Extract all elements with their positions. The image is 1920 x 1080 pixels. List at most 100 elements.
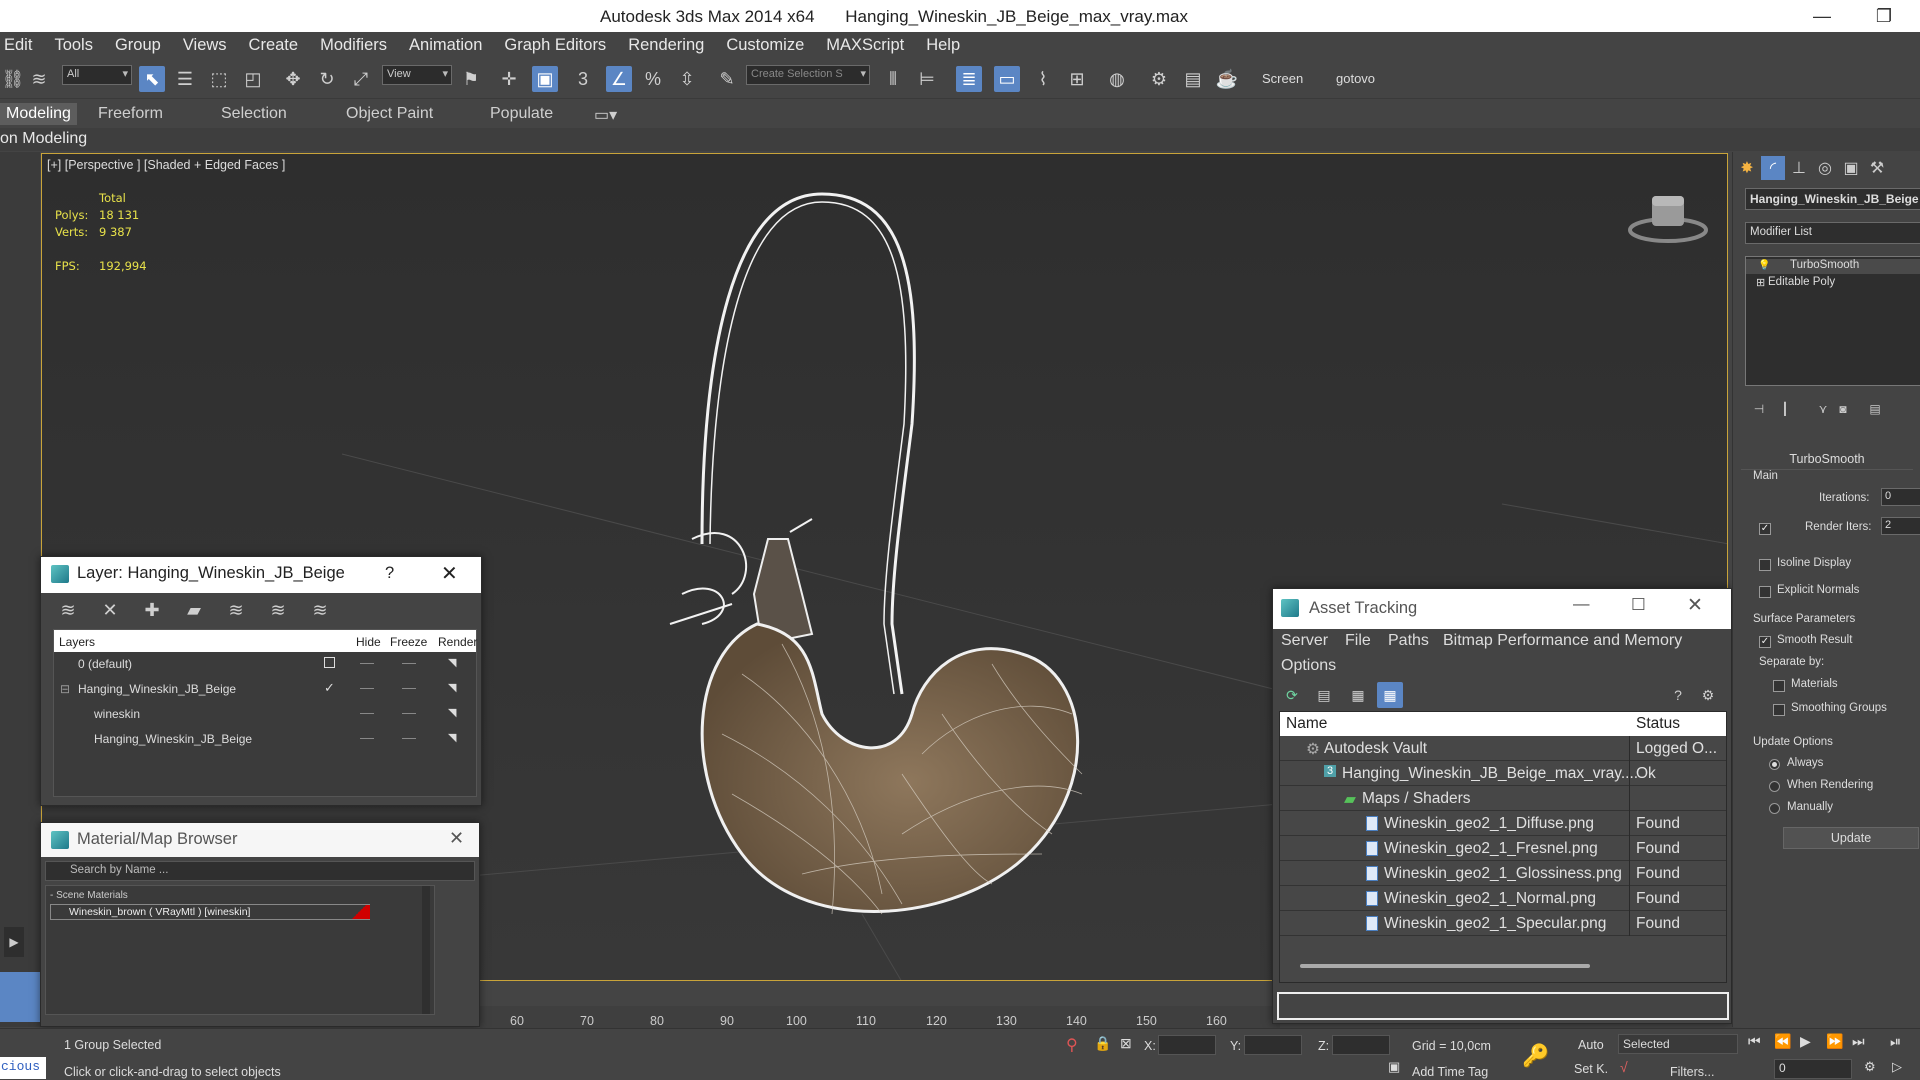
highlight-layer-icon[interactable]: ≋	[223, 597, 249, 623]
tab-object-paint[interactable]: Object Paint	[346, 105, 433, 123]
always-radio[interactable]	[1769, 759, 1780, 770]
hide-all-icon[interactable]: ≋	[265, 597, 291, 623]
scrollbar[interactable]	[422, 886, 430, 1014]
layer-row[interactable]: wineskin ◥	[54, 702, 476, 726]
display-tab-icon[interactable]: ▣	[1839, 156, 1863, 180]
z-coord-field[interactable]	[1332, 1035, 1390, 1055]
help-icon[interactable]: ?	[1665, 682, 1691, 708]
menu-animation[interactable]: Animation	[398, 36, 493, 55]
mirror-icon[interactable]: ⫴	[880, 66, 906, 92]
curve-editor-icon[interactable]: ⌇	[1030, 66, 1056, 92]
tab-freeform[interactable]: Freeform	[98, 105, 163, 123]
menu-modifiers[interactable]: Modifiers	[309, 36, 398, 55]
key-icon[interactable]: 🔑	[1522, 1043, 1549, 1069]
render-icon[interactable]: ◥	[448, 706, 456, 719]
collapse-icon[interactable]: ⊟	[60, 682, 70, 696]
edit-named-sel-icon[interactable]: ✎	[714, 66, 740, 92]
maximize-icon[interactable]: ☐	[1631, 595, 1646, 615]
object-name-field[interactable]: Hanging_Wineskin_JB_Beige	[1745, 188, 1920, 210]
show-end-result-icon[interactable]: ┃	[1773, 397, 1797, 421]
isolate-icon[interactable]: ⚲	[1066, 1035, 1078, 1055]
layer-manager-icon[interactable]: ≣	[956, 66, 982, 92]
material-search-input[interactable]: Search by Name ...	[45, 861, 475, 881]
render-setup-icon[interactable]: ⚙	[1146, 66, 1172, 92]
set-key-button[interactable]: Set K.	[1574, 1062, 1608, 1076]
col-render[interactable]: Render	[438, 635, 477, 649]
menu-tools[interactable]: Tools	[43, 36, 104, 55]
layer-row[interactable]: Hanging_Wineskin_JB_Beige ◥	[54, 727, 476, 751]
table-row[interactable]: Wineskin_geo2_1_Diffuse.png Found	[1280, 811, 1726, 836]
menu-rendering[interactable]: Rendering	[617, 36, 715, 55]
close-icon[interactable]: ✕	[1687, 594, 1703, 617]
bind-space-warp-icon[interactable]: ≋	[26, 66, 52, 92]
select-in-layer-icon[interactable]: ▰	[181, 597, 207, 623]
pivot-icon[interactable]: ⚑	[458, 66, 484, 92]
manipulate-icon[interactable]: ✛	[496, 66, 522, 92]
key-filter-dropdown[interactable]: Selected	[1618, 1034, 1738, 1054]
configure-sets-icon[interactable]: ▤	[1863, 397, 1887, 421]
smooth-result-checkbox[interactable]: ✓	[1759, 636, 1771, 648]
material-editor-icon[interactable]: ◍	[1104, 66, 1130, 92]
viewcube-icon[interactable]	[1628, 190, 1708, 246]
new-layer-icon[interactable]: ≋	[55, 597, 81, 623]
window-crossing-icon[interactable]: ◰	[240, 66, 266, 92]
close-icon[interactable]: ✕	[449, 828, 464, 849]
lock-icon[interactable]: 🔒	[1094, 1035, 1111, 1052]
asset-menu-options[interactable]: Options	[1281, 657, 1336, 675]
add-time-tag[interactable]: Add Time Tag	[1412, 1065, 1488, 1079]
menu-group[interactable]: Group	[104, 36, 172, 55]
col-hide[interactable]: Hide	[356, 635, 381, 649]
horizontal-scrollbar[interactable]	[1300, 964, 1590, 968]
manually-radio[interactable]	[1769, 803, 1780, 814]
reference-coord-dropdown[interactable]: View	[382, 65, 452, 85]
pin-stack-icon[interactable]: ⊣	[1747, 397, 1771, 421]
isoline-checkbox[interactable]	[1759, 559, 1771, 571]
keyboard-shortcut-icon[interactable]: ▣	[532, 66, 558, 92]
table-row[interactable]: 3 Hanging_Wineskin_JB_Beige_max_vray....…	[1280, 761, 1726, 786]
list-view-icon[interactable]: ▤	[1311, 682, 1337, 708]
prev-frame-icon[interactable]: ⏪	[1774, 1033, 1791, 1050]
viewport-nav-icon[interactable]: ▷	[1892, 1059, 1902, 1075]
gotovo-label[interactable]: gotovo	[1336, 71, 1375, 86]
schematic-view-icon[interactable]: ⊞	[1064, 66, 1090, 92]
layer-row[interactable]: 0 (default) ◥	[54, 652, 476, 676]
scene-materials-group[interactable]: - Scene Materials	[50, 890, 128, 901]
goto-end-icon[interactable]: ⏭	[1852, 1033, 1865, 1050]
asset-menu-file[interactable]: File	[1345, 632, 1371, 650]
delete-layer-icon[interactable]: ✕	[97, 597, 123, 623]
stack-item-editable-poly[interactable]: ⊞ Editable Poly	[1746, 276, 1920, 291]
layer-row[interactable]: ⊟ Hanging_Wineskin_JB_Beige ✓ ◥	[54, 677, 476, 701]
align-icon[interactable]: ⊨	[914, 66, 940, 92]
remove-modifier-icon[interactable]: ◙	[1831, 397, 1855, 421]
asset-tracking-header[interactable]: Asset Tracking — ☐ ✕	[1273, 589, 1731, 629]
menu-edit[interactable]: Edit	[0, 36, 43, 55]
table-row[interactable]: Wineskin_geo2_1_Glossiness.png Found	[1280, 861, 1726, 886]
asset-menu-bitmap[interactable]: Bitmap Performance and Memory	[1443, 632, 1682, 650]
render-icon[interactable]: ◥	[448, 731, 456, 744]
menu-help[interactable]: Help	[915, 36, 971, 55]
expand-icon[interactable]: ⊞	[1756, 276, 1765, 289]
table-row[interactable]: ▰ Maps / Shaders	[1280, 786, 1726, 811]
turbosmooth-rollout[interactable]: TurboSmooth	[1741, 452, 1913, 470]
screen-label[interactable]: Screen	[1262, 71, 1303, 86]
layer-dialog-header[interactable]: Layer: Hanging_Wineskin_JB_Beige ? ✕	[41, 557, 481, 593]
col-name[interactable]: Name	[1286, 715, 1327, 733]
smoothing-groups-checkbox[interactable]	[1773, 704, 1785, 716]
update-button[interactable]: Update	[1783, 827, 1919, 849]
table-row[interactable]: Wineskin_geo2_1_Specular.png Found	[1280, 911, 1726, 936]
menu-views[interactable]: Views	[172, 36, 238, 55]
select-by-name-icon[interactable]: ☰	[172, 66, 198, 92]
goto-start-icon[interactable]: ⏮	[1748, 1033, 1761, 1050]
material-browser-header[interactable]: Material/Map Browser ✕	[41, 823, 479, 857]
materials-checkbox[interactable]	[1773, 680, 1785, 692]
render-frame-icon[interactable]: ▤	[1180, 66, 1206, 92]
spinner-snap-icon[interactable]: ⇳	[674, 66, 700, 92]
table-row[interactable]: Wineskin_geo2_1_Normal.png Found	[1280, 886, 1726, 911]
snap-toggle-icon[interactable]: 3	[570, 66, 596, 92]
link-icon[interactable]: ⛓	[0, 66, 26, 92]
render-iters-checkbox[interactable]: ✓	[1759, 523, 1771, 535]
create-tab-icon[interactable]: ✸	[1735, 156, 1759, 180]
move-icon[interactable]: ✥	[280, 66, 306, 92]
key-mode-icon[interactable]: √	[1620, 1059, 1628, 1075]
explicit-normals-checkbox[interactable]	[1759, 586, 1771, 598]
